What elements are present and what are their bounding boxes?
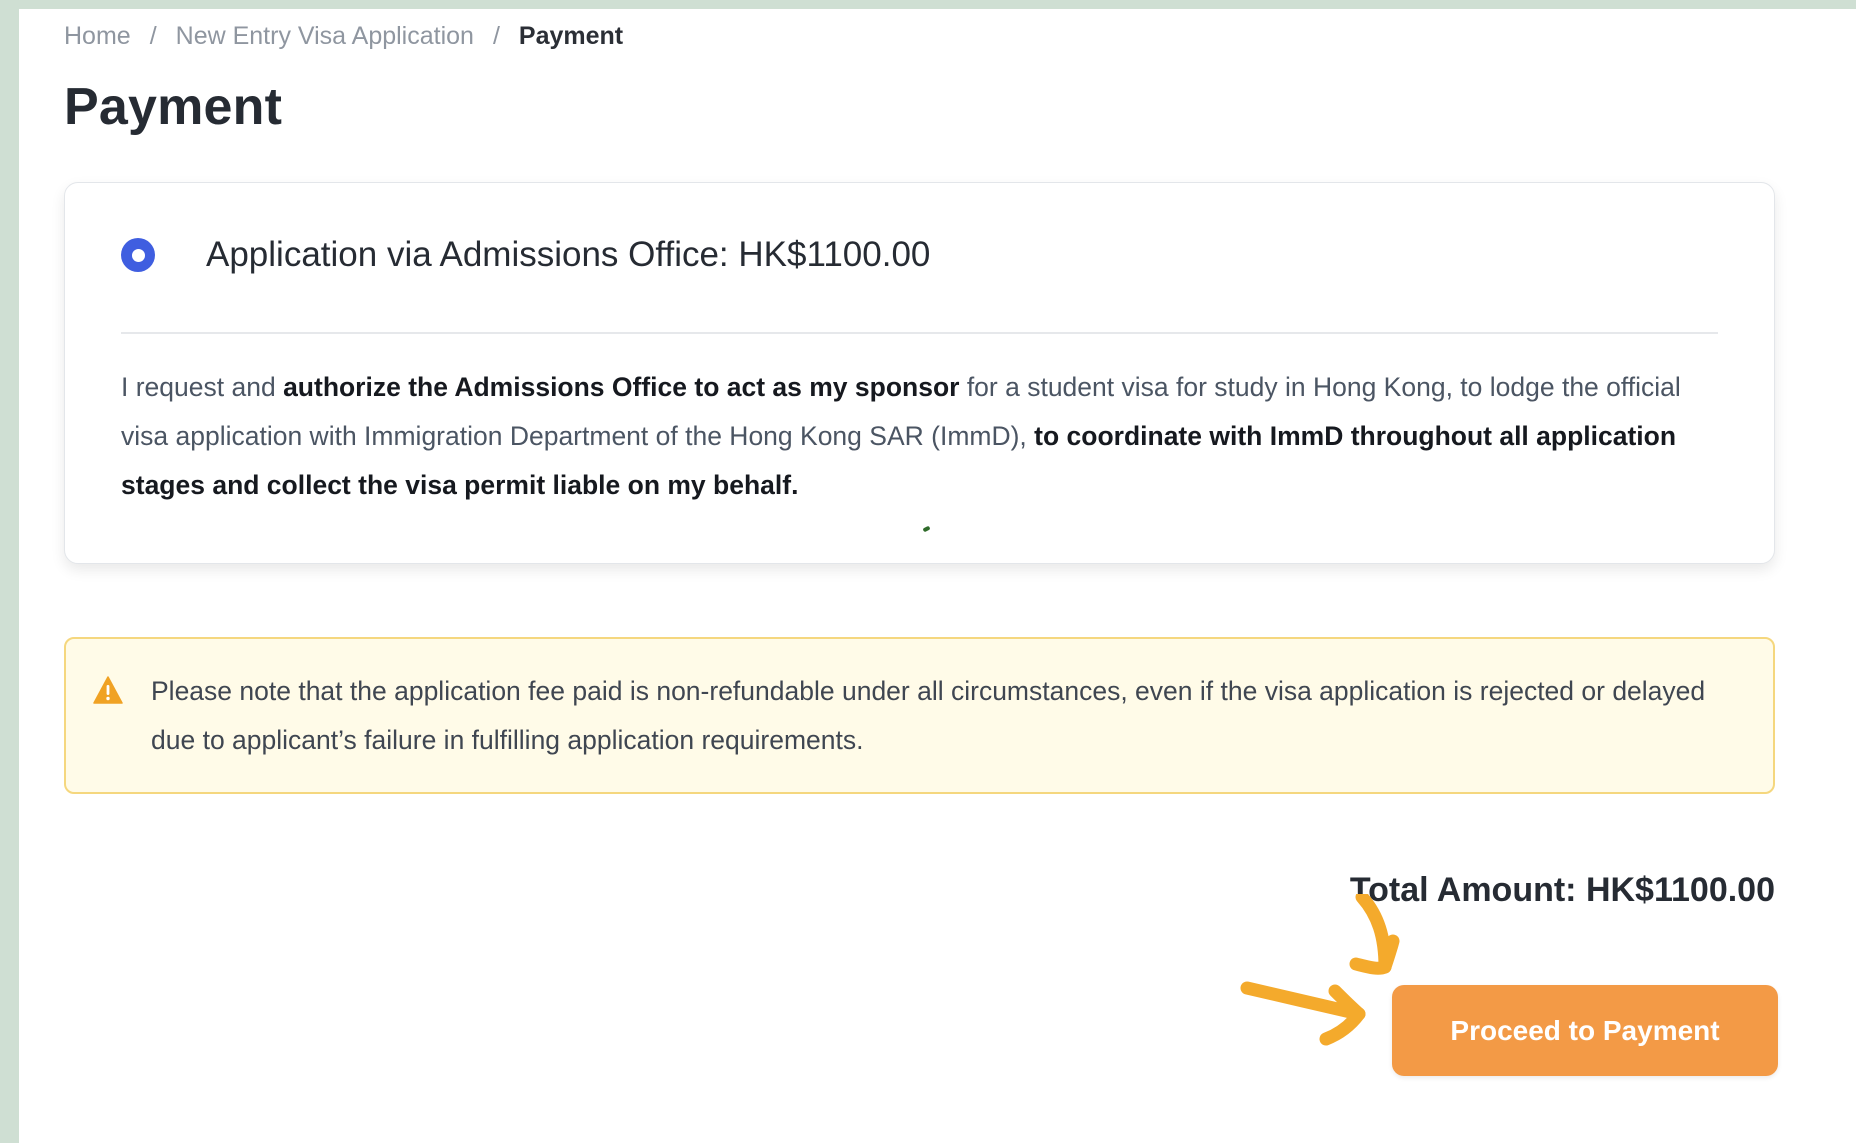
- page-title: Payment: [64, 78, 283, 136]
- payment-option-description: I request and authorize the Admissions O…: [121, 363, 1721, 510]
- payment-page: Home / New Entry Visa Application / Paym…: [19, 9, 1856, 1143]
- non-refundable-notice: Please note that the application fee pai…: [64, 637, 1775, 794]
- payment-option-header[interactable]: Application via Admissions Office: HK$11…: [121, 235, 930, 275]
- payment-option-radio[interactable]: [121, 238, 155, 272]
- breadcrumb-home[interactable]: Home: [64, 22, 131, 51]
- warning-icon: [93, 676, 123, 704]
- desc-text-1: I request and: [121, 372, 284, 402]
- payment-option-title: Application via Admissions Office: HK$11…: [206, 235, 931, 274]
- payment-option-card[interactable]: Application via Admissions Office: HK$11…: [64, 182, 1775, 564]
- breadcrumb-visa-application[interactable]: New Entry Visa Application: [176, 22, 474, 51]
- notice-text: Please note that the application fee pai…: [151, 676, 1706, 755]
- breadcrumb: Home / New Entry Visa Application / Paym…: [64, 22, 623, 51]
- breadcrumb-separator: /: [149, 22, 157, 50]
- option-divider: [121, 332, 1718, 334]
- breadcrumb-current: Payment: [518, 22, 624, 50]
- stray-mark: [922, 525, 931, 533]
- breadcrumb-separator: /: [492, 22, 500, 50]
- proceed-to-payment-button[interactable]: Proceed to Payment: [1392, 985, 1778, 1076]
- radio-selected-dot: [131, 248, 145, 262]
- desc-bold-1: authorize the Admissions Office to act a…: [283, 372, 960, 402]
